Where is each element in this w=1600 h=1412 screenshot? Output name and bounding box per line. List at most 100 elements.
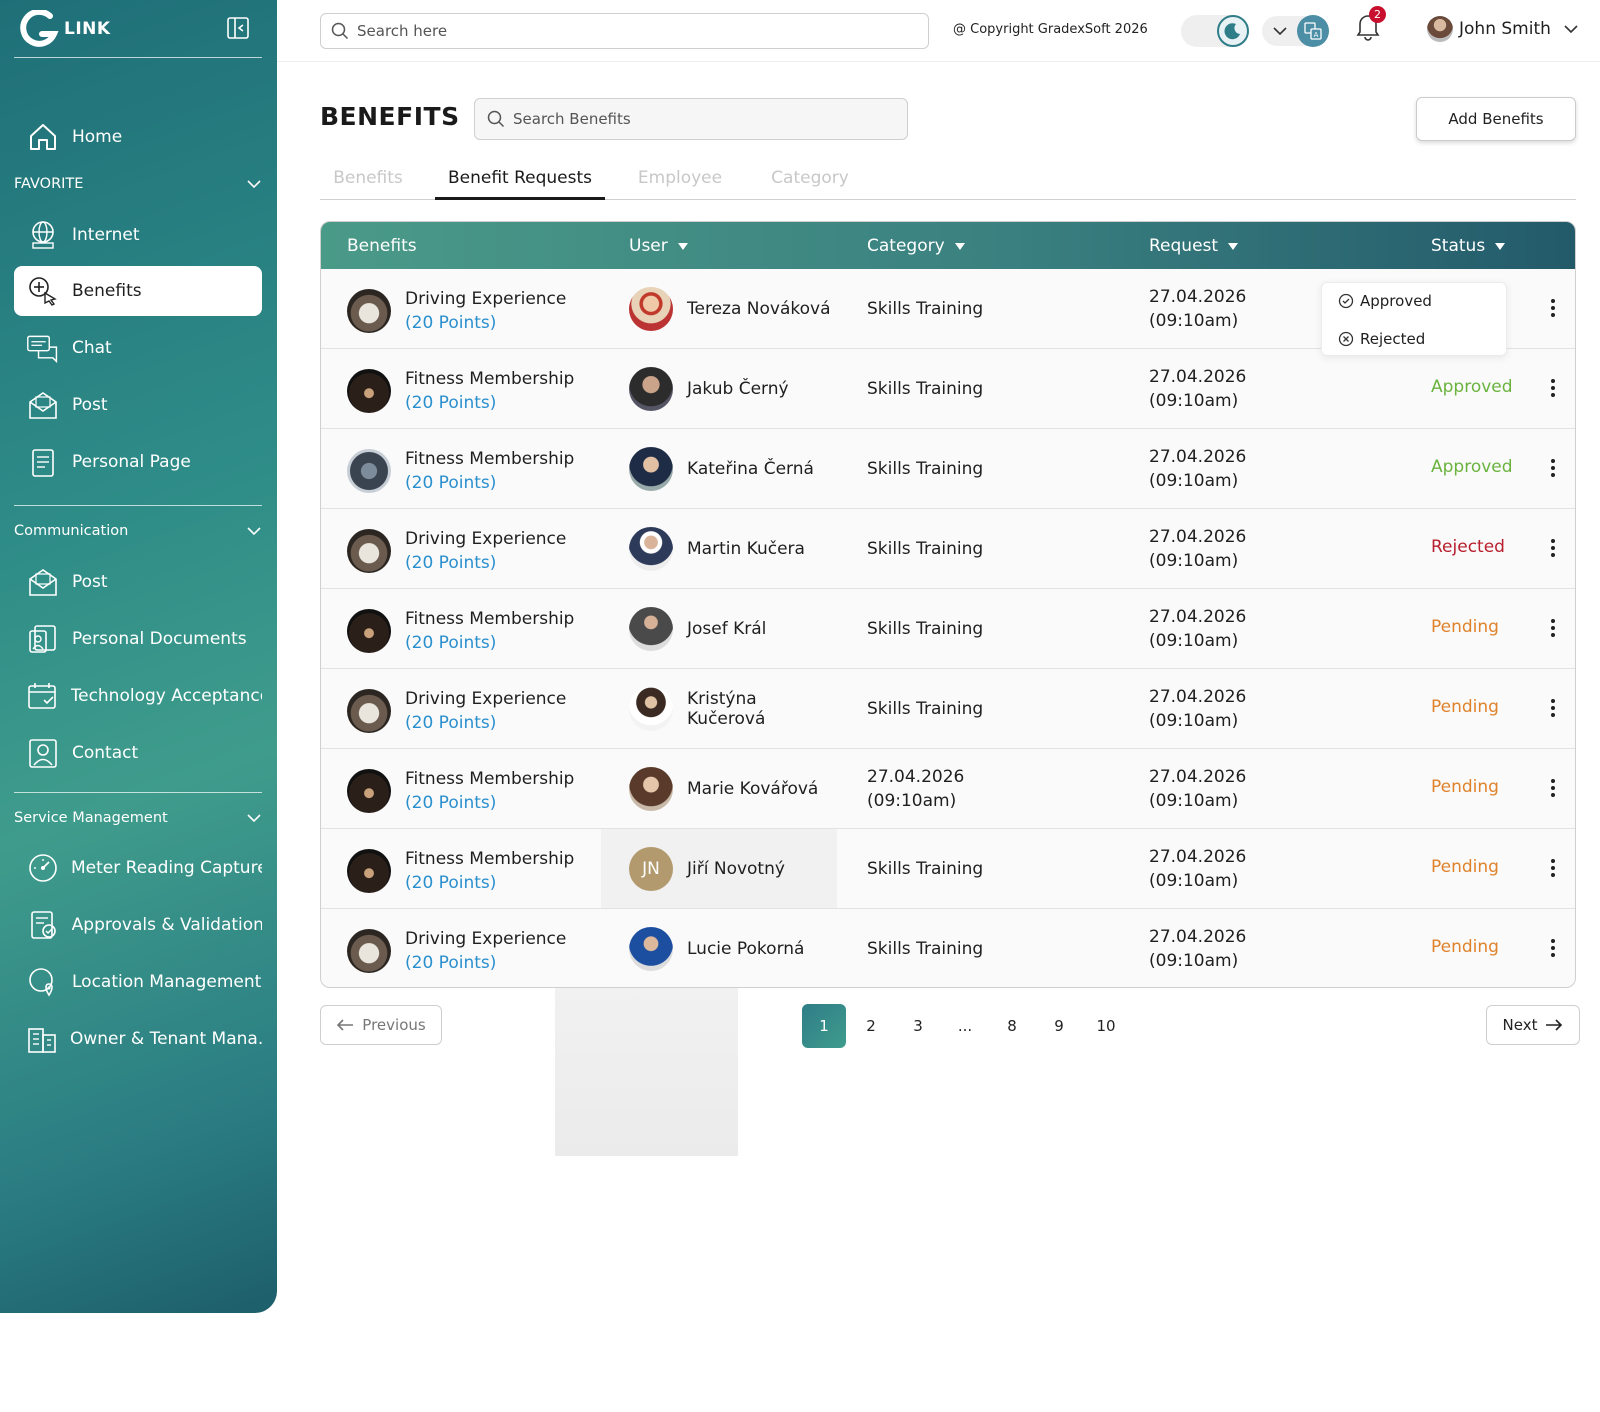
- more-options-icon[interactable]: [1551, 619, 1555, 637]
- benefit-points: (20 Points): [405, 313, 497, 333]
- column-header-request[interactable]: Request: [1149, 236, 1239, 256]
- request-time: (09:10am): [1149, 711, 1239, 731]
- category-text: Skills Training: [867, 538, 984, 559]
- sidebar-item-home[interactable]: Home: [14, 112, 262, 162]
- status-option-rejected[interactable]: Rejected: [1338, 330, 1425, 348]
- table-row[interactable]: Driving Experience (20 Points) Kristýna …: [321, 669, 1575, 749]
- status-option-approved[interactable]: Approved: [1338, 292, 1432, 310]
- sidebar-item-benefits[interactable]: Benefits: [14, 266, 262, 316]
- more-options-icon[interactable]: [1551, 699, 1555, 717]
- next-button[interactable]: Next: [1486, 1005, 1580, 1045]
- sidebar-item-internet[interactable]: Internet: [14, 210, 262, 260]
- table-row[interactable]: Fitness Membership (20 Points) Josef Krá…: [321, 589, 1575, 669]
- category-cell: 27.04.2026 (09:10am): [867, 749, 964, 828]
- more-options-icon[interactable]: [1551, 379, 1555, 397]
- more-options-icon[interactable]: [1551, 459, 1555, 477]
- page-number[interactable]: 10: [1084, 1004, 1128, 1048]
- page-number[interactable]: 2: [849, 1004, 893, 1048]
- tab-employee[interactable]: Employee: [625, 168, 735, 200]
- benefit-requests-table: Benefits User Category Request Status Dr…: [320, 221, 1576, 988]
- table-row[interactable]: Fitness Membership (20 Points) Marie Kov…: [321, 749, 1575, 829]
- more-options-icon[interactable]: [1551, 859, 1555, 877]
- global-search-input[interactable]: Search here: [320, 13, 929, 49]
- category-cell: Skills Training: [867, 909, 984, 987]
- sidebar-item-location-management[interactable]: Location Management: [14, 957, 262, 1007]
- more-options-icon[interactable]: [1551, 539, 1555, 557]
- user-name: Josef Král: [687, 618, 767, 639]
- table-row[interactable]: Driving Experience (20 Points) Lucie Pok…: [321, 909, 1575, 987]
- benefit-cell: Fitness Membership (20 Points): [347, 767, 574, 815]
- page-number[interactable]: 3: [896, 1004, 940, 1048]
- theme-toggle[interactable]: [1181, 15, 1249, 47]
- chevron-down-icon: [247, 527, 261, 536]
- sidebar-item-technology-acceptance[interactable]: Technology Acceptance: [14, 671, 262, 721]
- request-cell: 27.04.2026 (09:10am): [1149, 845, 1246, 893]
- sidebar-item-personal-page[interactable]: Personal Page: [14, 437, 262, 487]
- user-menu[interactable]: John Smith: [1427, 16, 1579, 42]
- sidebar-item-chat[interactable]: Chat: [14, 323, 262, 373]
- more-options-icon[interactable]: [1551, 779, 1555, 797]
- notification-badge: 2: [1369, 6, 1386, 23]
- table-row[interactable]: Fitness Membership (20 Points) Jakub Čer…: [321, 349, 1575, 429]
- page-number[interactable]: 8: [990, 1004, 1034, 1048]
- section-communication[interactable]: Communication: [14, 523, 262, 539]
- column-header-user[interactable]: User: [629, 236, 688, 256]
- translate-icon[interactable]: A: [1297, 15, 1329, 47]
- sidebar-item-comm-post[interactable]: Post: [14, 557, 262, 607]
- chevron-down-icon: [247, 814, 261, 823]
- sidebar-item-label: Chat: [72, 338, 112, 358]
- check-circle-icon: [1338, 293, 1354, 309]
- section-favorite[interactable]: FAVORITE: [14, 176, 262, 192]
- column-header-status[interactable]: Status: [1431, 236, 1506, 256]
- column-header-category[interactable]: Category: [867, 236, 965, 256]
- table-row[interactable]: Fitness Membership (20 Points) JN Jiří N…: [321, 829, 1575, 909]
- benefit-name: Fitness Membership: [405, 849, 575, 869]
- user-name: Kristýna Kučerová: [687, 688, 766, 729]
- benefit-image: [347, 609, 391, 653]
- request-cell: 27.04.2026 (09:10am): [1149, 765, 1246, 813]
- sidebar-item-label: Contact: [72, 743, 139, 763]
- sidebar-item-post[interactable]: Post: [14, 380, 262, 430]
- sidebar-item-label: Post: [72, 572, 108, 592]
- sidebar-item-meter-reading[interactable]: Meter Reading Capture: [14, 843, 262, 893]
- request-cell: 27.04.2026 (09:10am): [1149, 445, 1246, 493]
- add-benefits-button[interactable]: Add Benefits: [1416, 97, 1576, 141]
- page-number[interactable]: 9: [1037, 1004, 1081, 1048]
- sidebar-item-label: Owner & Tenant Mana...: [70, 1029, 262, 1049]
- section-service-management[interactable]: Service Management: [14, 810, 262, 826]
- category-cell: Skills Training: [867, 349, 983, 428]
- sidebar-item-label: Technology Acceptance: [70, 686, 262, 706]
- previous-button[interactable]: Previous: [320, 1005, 442, 1045]
- more-options-icon[interactable]: [1551, 939, 1555, 957]
- chat-icon: [26, 331, 60, 365]
- table-row[interactable]: Driving Experience (20 Points) Martin Ku…: [321, 509, 1575, 589]
- category-text: Skills Training: [867, 298, 984, 319]
- more-options-icon[interactable]: [1551, 299, 1555, 317]
- request-cell: 27.04.2026 (09:10am): [1149, 525, 1246, 573]
- sidebar-item-approvals[interactable]: Approvals & Validation: [14, 900, 262, 950]
- tab-benefit-requests[interactable]: Benefit Requests: [435, 168, 605, 200]
- benefit-name: Driving Experience: [405, 289, 567, 309]
- page-number: ...: [957, 1017, 973, 1035]
- benefit-image: [347, 849, 391, 893]
- collapse-sidebar-icon[interactable]: [226, 16, 250, 40]
- home-icon: [26, 120, 60, 154]
- user-cell: Jakub Černý: [601, 349, 837, 428]
- page-number[interactable]: 1: [802, 1004, 846, 1048]
- status-badge: Pending: [1431, 937, 1499, 957]
- category-text: Skills Training: [867, 938, 984, 959]
- benefits-search-input[interactable]: Search Benefits: [474, 98, 908, 140]
- sidebar-item-personal-documents[interactable]: Personal Documents: [14, 614, 262, 664]
- moon-icon: [1217, 15, 1249, 47]
- chevron-down-icon: [1564, 25, 1578, 34]
- decorative-shape: [555, 988, 738, 1156]
- tab-category[interactable]: Category: [755, 168, 865, 200]
- tab-benefits[interactable]: Benefits: [320, 168, 416, 200]
- table-row[interactable]: Fitness Membership (20 Points) Kateřina …: [321, 429, 1575, 509]
- mail-icon: [26, 388, 60, 422]
- sidebar-item-contact[interactable]: Contact: [14, 728, 262, 778]
- sidebar-item-owner-tenant[interactable]: Owner & Tenant Mana...: [14, 1014, 262, 1064]
- request-time: (09:10am): [1149, 391, 1239, 411]
- category-cell: Skills Training: [867, 829, 983, 908]
- logo-g-icon: [20, 10, 59, 47]
